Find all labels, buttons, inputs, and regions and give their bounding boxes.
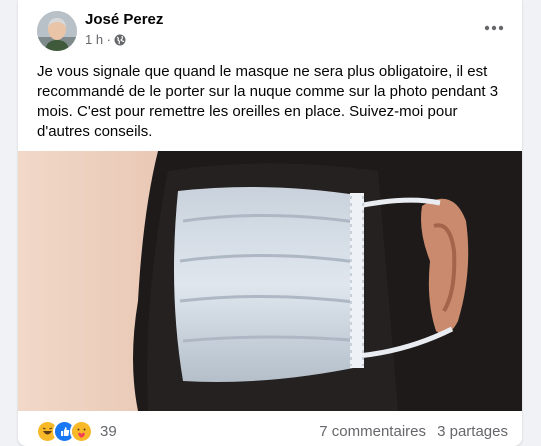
post-card: José Perez 1 h · Je vous signale que qua… (18, 0, 522, 446)
care-reaction-icon (70, 419, 93, 443)
avatar-image (37, 11, 77, 51)
photo-image (18, 151, 522, 411)
post-photo[interactable] (18, 151, 522, 411)
comments-count[interactable]: 7 commentaires (319, 423, 426, 440)
more-horizontal-icon (484, 25, 504, 31)
more-options-button[interactable] (478, 14, 510, 42)
post-text: Je vous signale que quand le masque ne s… (37, 63, 499, 140)
post-stats-bar: 39 7 commentaires 3 partages (18, 418, 522, 444)
post-header: José Perez 1 h · (18, 0, 522, 58)
post-time[interactable]: 1 h · (85, 32, 111, 47)
author-avatar[interactable] (37, 11, 77, 51)
reaction-count[interactable]: 39 (100, 423, 117, 440)
shares-count[interactable]: 3 partages (437, 423, 508, 440)
globe-icon (114, 34, 126, 46)
reactions-summary[interactable] (36, 419, 93, 443)
post-meta: 1 h · (85, 32, 126, 47)
author-name[interactable]: José Perez (85, 11, 163, 28)
